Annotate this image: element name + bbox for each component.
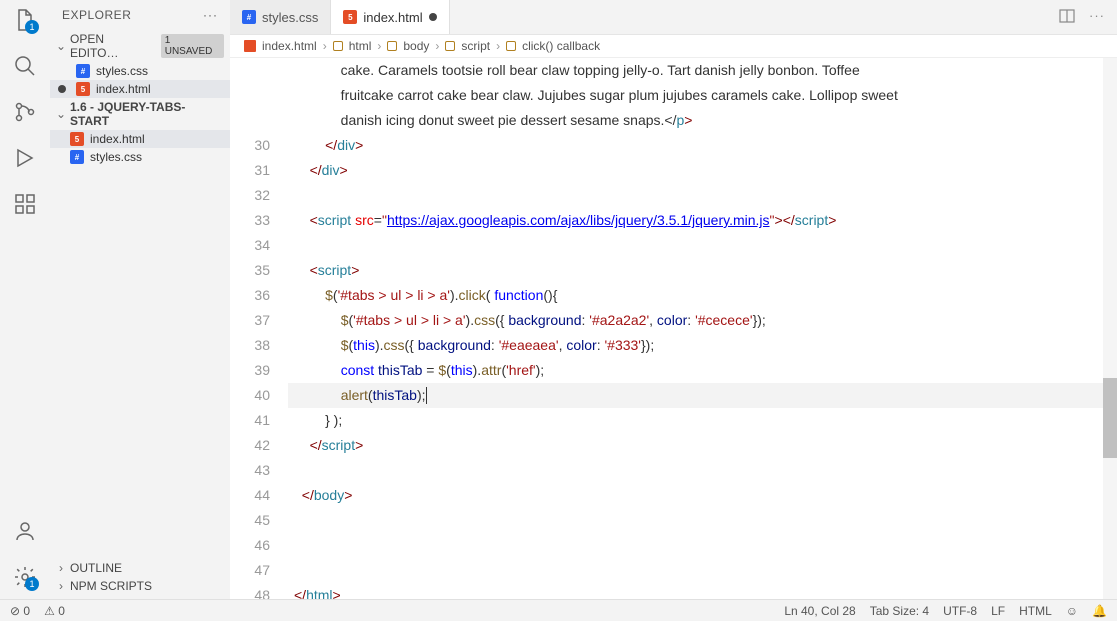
split-editor-icon[interactable]	[1059, 8, 1075, 27]
debug-icon[interactable]	[13, 146, 37, 170]
explorer-sidebar: EXPLORER ··· ⌄ OPEN EDITO… 1 UNSAVED # s…	[50, 0, 230, 599]
minimap[interactable]	[1103, 58, 1117, 599]
cursor-position[interactable]: Ln 40, Col 28	[784, 604, 855, 618]
line-gutter: 30313233343536373839404142434445464748	[230, 58, 288, 599]
account-icon[interactable]	[13, 519, 37, 543]
search-icon[interactable]	[13, 54, 37, 78]
tag-icon	[333, 41, 343, 51]
chevron-down-icon: ⌄	[56, 39, 66, 53]
status-bar: ⊘ 0 ⚠ 0 Ln 40, Col 28 Tab Size: 4 UTF-8 …	[0, 599, 1117, 621]
css-file-icon: #	[242, 10, 256, 24]
explorer-icon[interactable]: 1	[13, 8, 37, 32]
code-lines[interactable]: cake. Caramels tootsie roll bear claw to…	[288, 58, 1117, 599]
open-editor-styles[interactable]: # styles.css	[50, 62, 230, 80]
source-control-icon[interactable]	[13, 100, 37, 124]
open-editors-section[interactable]: ⌄ OPEN EDITO… 1 UNSAVED	[50, 30, 230, 62]
open-editor-index[interactable]: 5 index.html	[50, 80, 230, 98]
activity-bar: 1 1	[0, 0, 50, 599]
modified-dot-icon	[429, 13, 437, 21]
npm-scripts-section[interactable]: › NPM SCRIPTS	[50, 577, 230, 595]
unsaved-badge: 1 UNSAVED	[161, 34, 224, 58]
tab-bar: # styles.css 5 index.html ···	[230, 0, 1117, 35]
tag-icon	[387, 41, 397, 51]
errors-count[interactable]: ⊘ 0	[10, 604, 30, 618]
encoding[interactable]: UTF-8	[943, 604, 977, 618]
breadcrumb[interactable]: index.html › html › body › script › clic…	[230, 35, 1117, 58]
folder-section[interactable]: ⌄ 1.6 - JQUERY-TABS-START	[50, 98, 230, 130]
code-editor[interactable]: 30313233343536373839404142434445464748 c…	[230, 58, 1117, 599]
settings-badge: 1	[25, 577, 39, 591]
language-mode[interactable]: HTML	[1019, 604, 1052, 618]
file-styles[interactable]: # styles.css	[50, 148, 230, 166]
minimap-thumb[interactable]	[1103, 378, 1117, 458]
notifications-icon[interactable]: 🔔	[1092, 604, 1107, 618]
explorer-title: EXPLORER	[62, 8, 131, 22]
tab-styles[interactable]: # styles.css	[230, 0, 331, 34]
explorer-badge: 1	[25, 20, 39, 34]
explorer-more-icon[interactable]: ···	[203, 8, 218, 22]
modified-dot-icon	[58, 85, 66, 93]
tab-size[interactable]: Tab Size: 4	[870, 604, 929, 618]
settings-icon[interactable]: 1	[13, 565, 37, 589]
html-file-icon: 5	[343, 10, 357, 24]
warnings-count[interactable]: ⚠ 0	[44, 604, 65, 618]
css-file-icon: #	[76, 64, 90, 78]
html-file-icon	[244, 40, 256, 52]
chevron-right-icon: ›	[56, 561, 66, 575]
eol[interactable]: LF	[991, 604, 1005, 618]
chevron-right-icon: ›	[56, 579, 66, 593]
editor-more-icon[interactable]: ···	[1089, 8, 1105, 27]
html-file-icon: 5	[76, 82, 90, 96]
tag-icon	[445, 41, 455, 51]
extensions-icon[interactable]	[13, 192, 37, 216]
file-index[interactable]: 5 index.html	[50, 130, 230, 148]
tab-index[interactable]: 5 index.html	[331, 0, 449, 34]
css-file-icon: #	[70, 150, 84, 164]
tag-icon	[506, 41, 516, 51]
feedback-icon[interactable]: ☺	[1066, 604, 1078, 618]
html-file-icon: 5	[70, 132, 84, 146]
outline-section[interactable]: › OUTLINE	[50, 559, 230, 577]
editor-area: # styles.css 5 index.html ··· index.html…	[230, 0, 1117, 599]
chevron-down-icon: ⌄	[56, 107, 66, 121]
